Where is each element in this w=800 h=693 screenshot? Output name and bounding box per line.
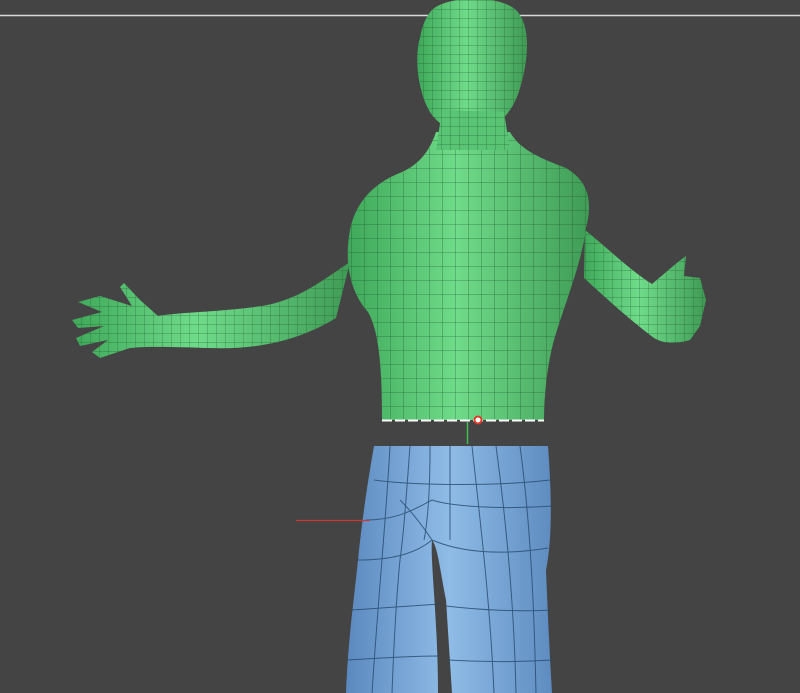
legs-mesh[interactable] xyxy=(346,445,553,693)
3d-viewport[interactable] xyxy=(0,0,800,693)
pivot-point[interactable] xyxy=(473,415,483,425)
viewport-scene[interactable] xyxy=(0,0,800,693)
upper-body-mesh[interactable] xyxy=(72,0,706,422)
